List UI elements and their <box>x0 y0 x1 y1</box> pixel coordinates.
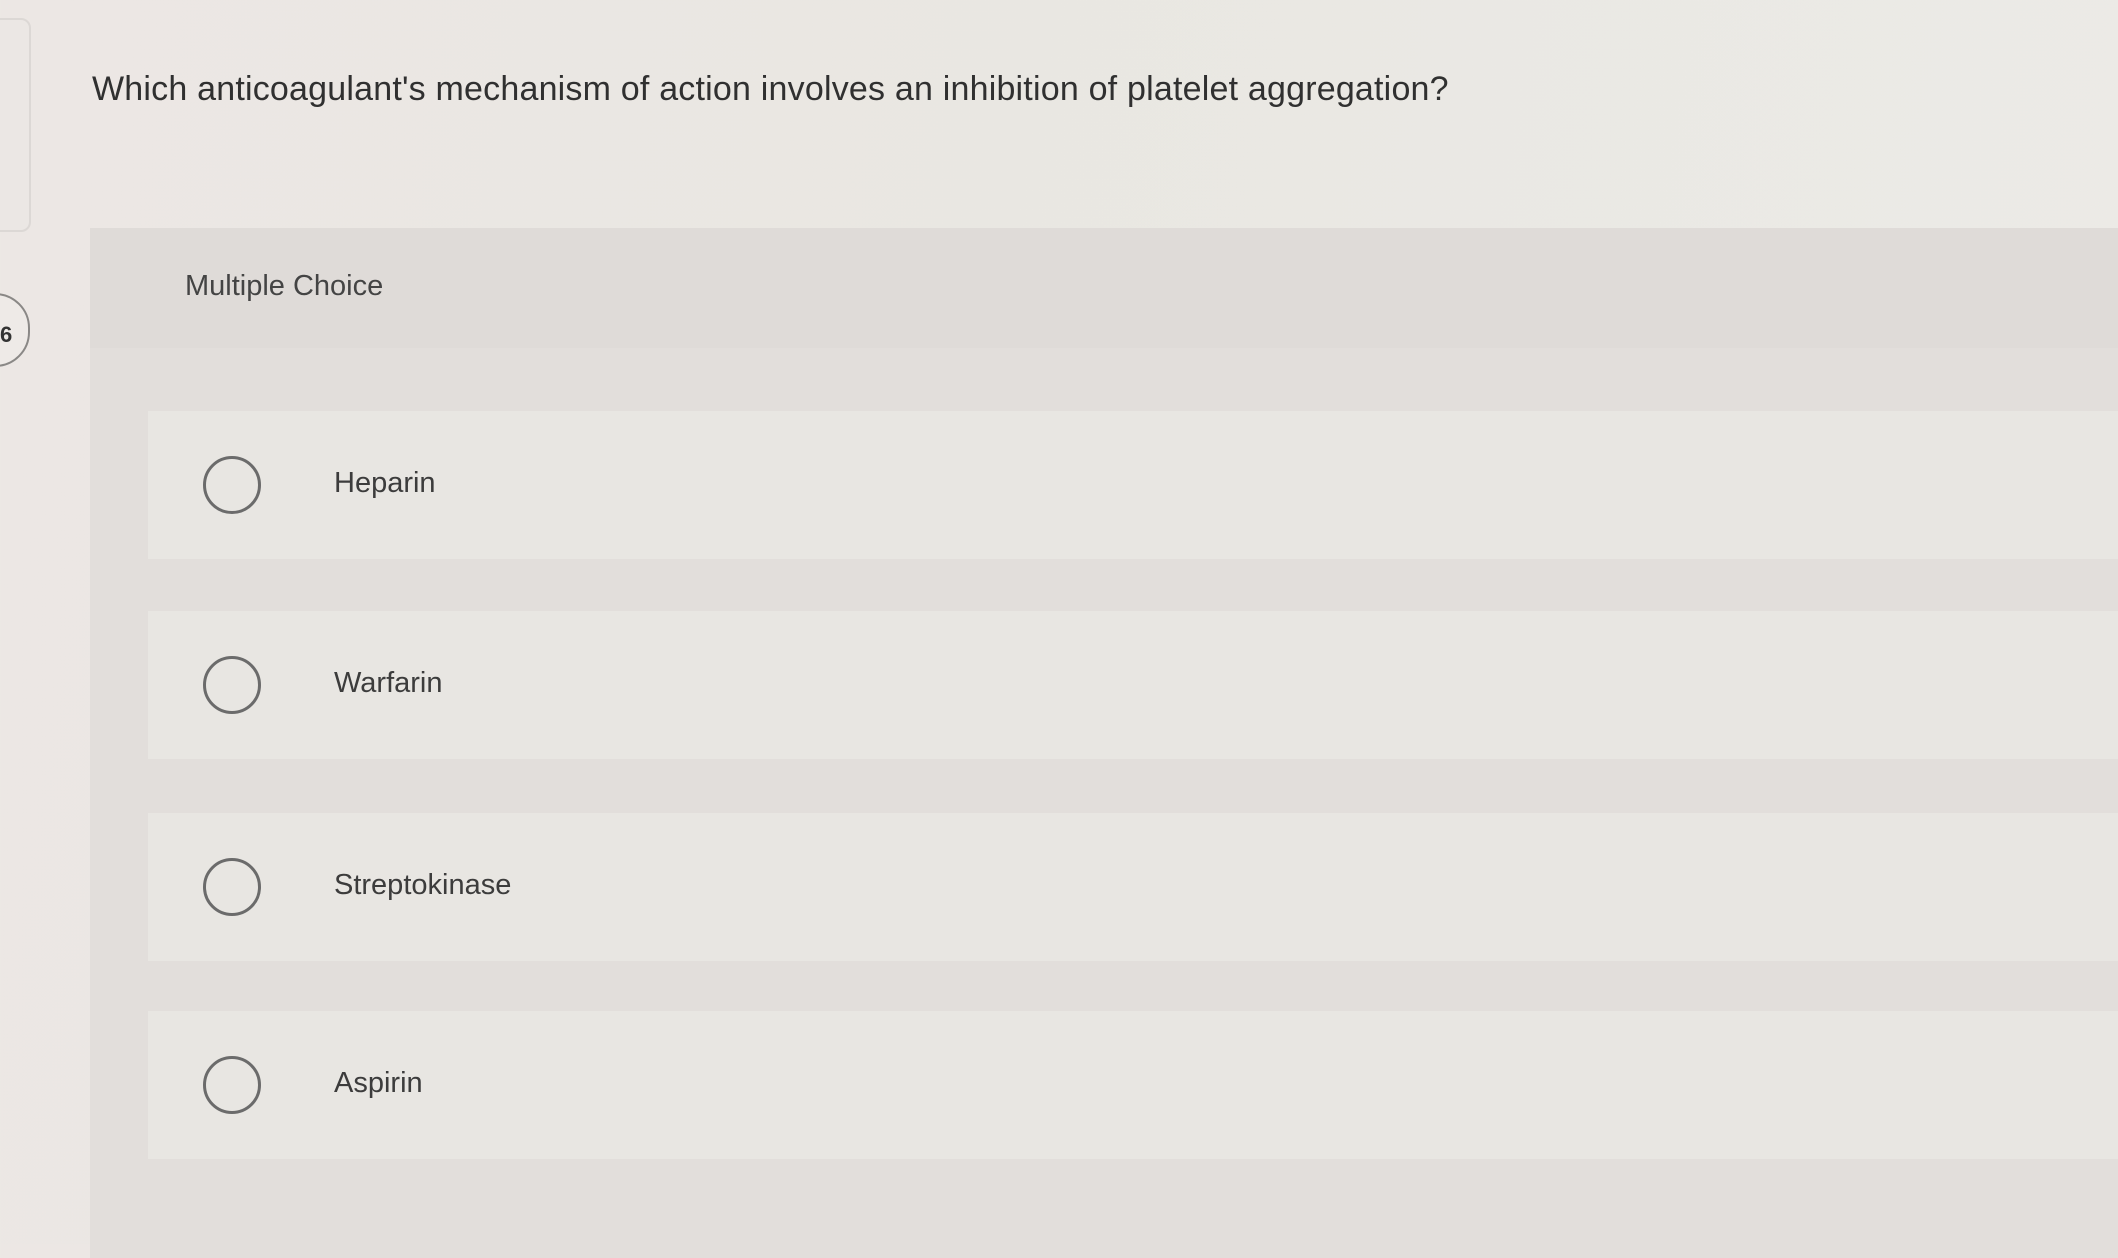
question-prompt: Which anticoagulant's mechanism of actio… <box>92 70 1449 108</box>
answer-option-label: Heparin <box>334 467 436 499</box>
side-panel-tab[interactable] <box>0 18 31 232</box>
answer-option-heparin[interactable]: Heparin <box>148 411 2118 559</box>
answer-option-label: Warfarin <box>334 667 443 699</box>
answer-type-label: Multiple Choice <box>185 270 384 302</box>
radio-button[interactable] <box>203 1056 261 1114</box>
radio-button[interactable] <box>203 656 261 714</box>
radio-button[interactable] <box>203 858 261 916</box>
radio-button[interactable] <box>203 456 261 514</box>
answer-option-streptokinase[interactable]: Streptokinase <box>148 813 2118 961</box>
answer-option-label: Streptokinase <box>334 869 512 901</box>
answer-type-header: Multiple Choice <box>90 228 2118 348</box>
answer-option-aspirin[interactable]: Aspirin <box>148 1011 2118 1159</box>
answer-panel: Multiple Choice Heparin Warfarin Strepto… <box>90 228 2118 1258</box>
question-number: 6 <box>0 322 13 347</box>
answer-option-label: Aspirin <box>334 1067 423 1099</box>
answer-option-warfarin[interactable]: Warfarin <box>148 611 2118 759</box>
